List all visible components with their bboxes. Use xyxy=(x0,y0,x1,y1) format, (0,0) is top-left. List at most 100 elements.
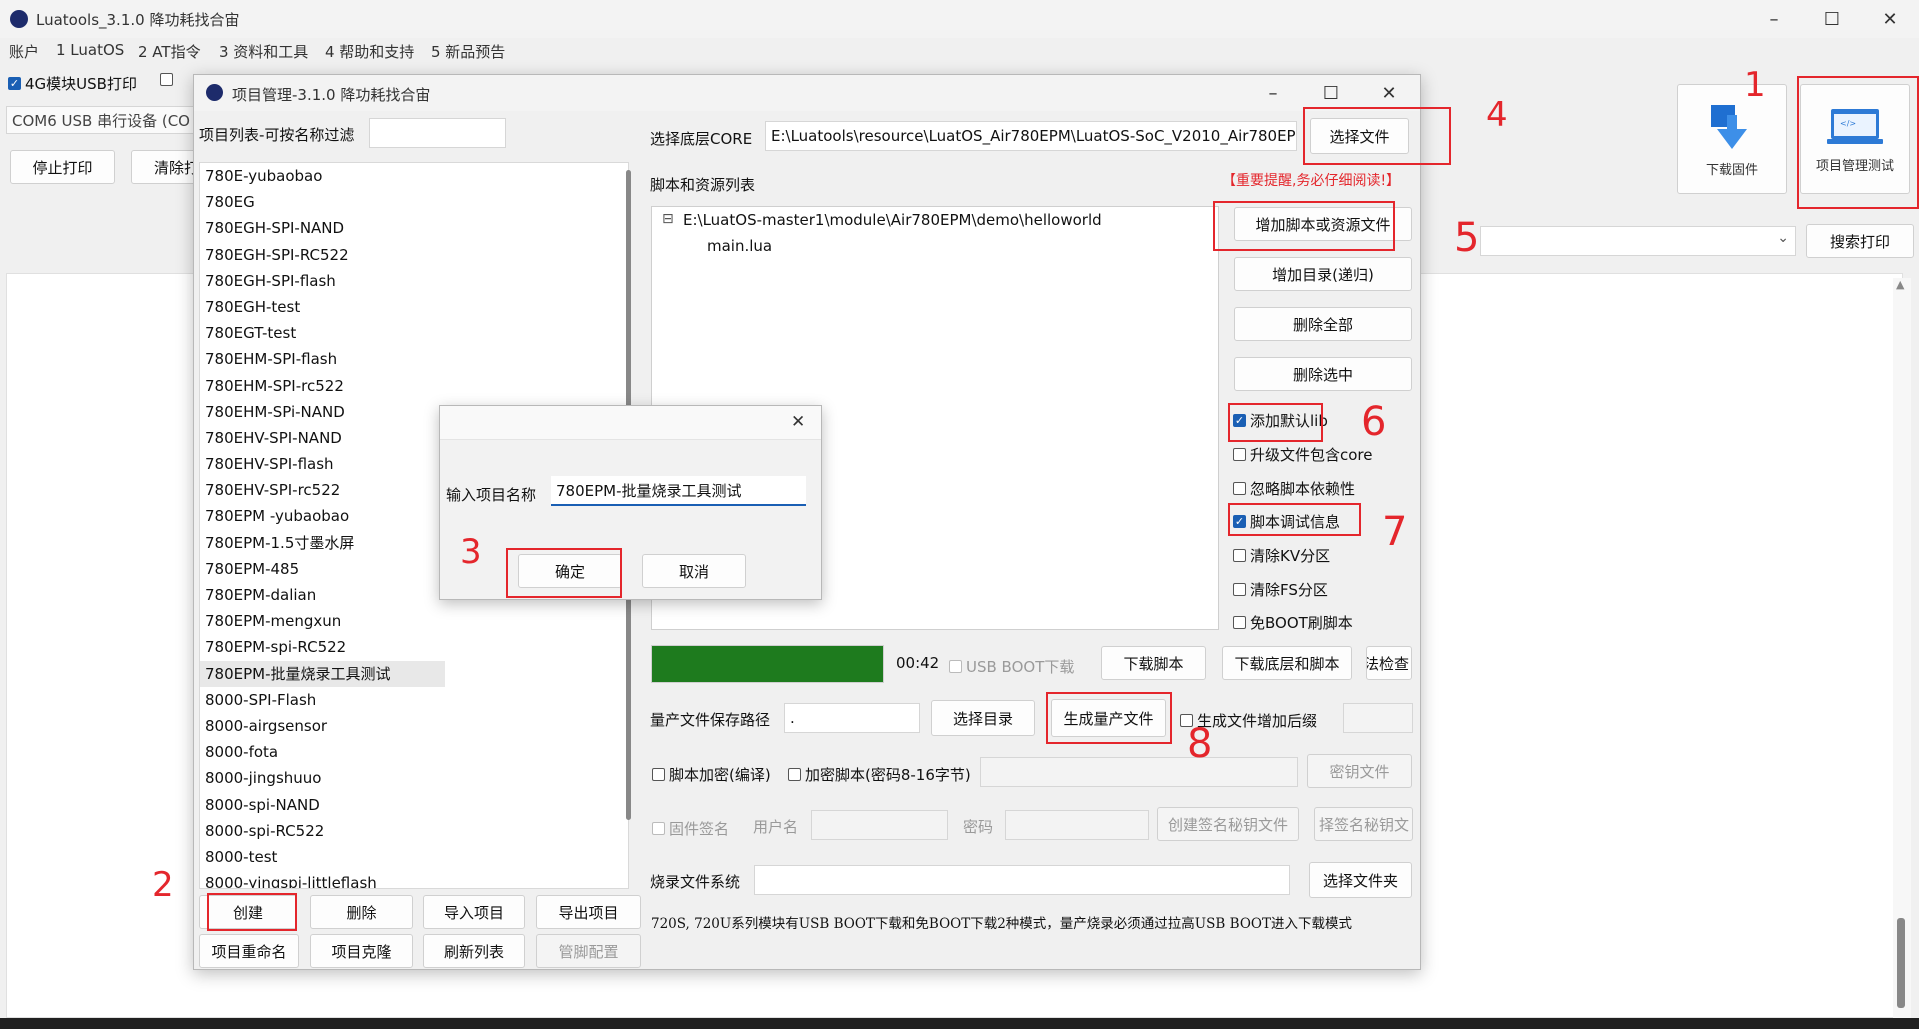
key-file-button[interactable]: 密钥文件 xyxy=(1307,754,1412,788)
project-maximize-icon[interactable]: ☐ xyxy=(1304,75,1358,111)
delete-project-button[interactable]: 删除 xyxy=(310,895,413,929)
encrypt-password-checkbox[interactable]: 加密脚本(密码8-16字节) xyxy=(788,764,971,785)
maximize-icon[interactable]: ☐ xyxy=(1805,0,1859,38)
project-list-item[interactable]: 780EGH-test xyxy=(200,294,628,320)
mp-path-input[interactable]: . xyxy=(784,703,920,733)
checkbox-icon xyxy=(1233,549,1246,562)
select-folder-button[interactable]: 选择文件夹 xyxy=(1309,862,1412,898)
rename-project-button[interactable]: 项目重命名 xyxy=(199,934,299,968)
delete-all-button[interactable]: 删除全部 xyxy=(1234,307,1412,341)
dialog-ok-button[interactable]: 确定 xyxy=(518,554,622,588)
project-list-item[interactable]: 780EHM-SPI-flash xyxy=(200,346,628,372)
menu-at[interactable]: 2 AT指令 xyxy=(138,41,201,62)
clone-project-button[interactable]: 项目克隆 xyxy=(310,934,413,968)
project-list-item[interactable]: 780EG xyxy=(200,189,628,215)
encrypt-password-input[interactable] xyxy=(980,757,1298,787)
add-dir-button[interactable]: 增加目录(递归) xyxy=(1234,257,1412,291)
tree-child-node[interactable]: main.lua xyxy=(707,237,772,255)
project-list-item[interactable]: 8000-fota xyxy=(200,739,628,765)
create-project-button[interactable]: 创建 xyxy=(199,895,297,929)
project-mgmt-test-button[interactable]: </> 项目管理测试 xyxy=(1800,84,1910,194)
username-input[interactable] xyxy=(811,810,948,840)
project-list-item[interactable]: 780EGH-SPI-flash xyxy=(200,268,628,294)
download-script-button[interactable]: 下载脚本 xyxy=(1101,646,1206,680)
usb-boot-checkbox[interactable]: USB BOOT下载 xyxy=(949,656,1074,677)
manage-config-button[interactable]: 管脚配置 xyxy=(536,934,641,968)
delete-selected-button[interactable]: 删除选中 xyxy=(1234,357,1412,391)
project-list-item[interactable]: 8000-yingspi-littleflash xyxy=(200,870,628,888)
project-list-item[interactable]: 8000-jingshuuo xyxy=(200,765,628,791)
tree-root-node[interactable]: E:\LuatOS-master1\module\Air780EPM\demo\… xyxy=(683,211,1102,229)
add-script-button[interactable]: 增加脚本或资源文件 xyxy=(1234,207,1412,241)
export-project-button[interactable]: 导出项目 xyxy=(536,895,641,929)
project-minimize-icon[interactable]: – xyxy=(1246,75,1300,111)
core-label: 选择底层CORE xyxy=(650,130,753,148)
clear-print-button[interactable]: 清除打 xyxy=(131,150,201,184)
project-close-icon[interactable]: ✕ xyxy=(1362,75,1416,111)
scroll-up-icon[interactable]: ▲ xyxy=(1896,278,1904,291)
tree-toggle-icon[interactable]: ⊟ xyxy=(662,211,674,227)
project-list-item[interactable]: 780EPM-批量烧录工具测试 xyxy=(200,660,445,687)
project-list-item[interactable]: 780EPM-mengxun xyxy=(200,608,628,634)
annotation-4: 4 xyxy=(1486,95,1508,135)
second-checkbox[interactable] xyxy=(160,73,177,86)
dialog-cancel-button[interactable]: 取消 xyxy=(642,554,746,588)
project-list-item[interactable]: 780EGT-test xyxy=(200,320,628,346)
import-project-button[interactable]: 导入项目 xyxy=(423,895,525,929)
core-path-field[interactable]: E:\Luatools\resource\LuatOS_Air780EPM\Lu… xyxy=(765,121,1297,151)
project-list-item[interactable]: 780E-yubaobao xyxy=(200,163,628,189)
search-print-dropdown[interactable]: ⌄ xyxy=(1480,226,1796,256)
filter-input[interactable] xyxy=(369,118,506,148)
dialog-close-icon[interactable]: ✕ xyxy=(791,412,805,432)
search-print-button[interactable]: 搜索打印 xyxy=(1806,224,1914,258)
checkbox-icon xyxy=(652,768,665,781)
project-list-item[interactable]: 8000-spi-RC522 xyxy=(200,818,628,844)
burn-fs-input[interactable] xyxy=(754,865,1290,895)
stop-print-button[interactable]: 停止打印 xyxy=(10,150,115,184)
scroll-thumb[interactable] xyxy=(1897,918,1905,1008)
important-warning[interactable]: 【重要提醒,务必仔细阅读!】 xyxy=(1222,170,1400,190)
refresh-list-button[interactable]: 刷新列表 xyxy=(423,934,525,968)
menu-resources[interactable]: 3 资料和工具 xyxy=(219,41,308,62)
project-name-input[interactable]: 780EPM-批量烧录工具测试 xyxy=(551,476,806,506)
syntax-check-button[interactable]: 语法检查 xyxy=(1366,646,1412,680)
no-boot-flash-checkbox[interactable]: 免BOOT刷脚本 xyxy=(1233,612,1353,633)
menu-luatos[interactable]: 1 LuatOS xyxy=(56,41,124,59)
port-info-field: COM6 USB 串行设备 (CO xyxy=(6,106,206,134)
fw-sign-checkbox[interactable]: 固件签名 xyxy=(652,818,729,839)
project-list-item[interactable]: 780EGH-SPI-NAND xyxy=(200,215,628,241)
clear-fs-checkbox[interactable]: 清除FS分区 xyxy=(1233,579,1328,600)
select-file-button[interactable]: 选择文件 xyxy=(1310,118,1409,154)
checkbox-icon xyxy=(949,660,962,673)
elapsed-time: 00:42 xyxy=(896,654,940,672)
project-list-item[interactable]: 780EPM-spi-RC522 xyxy=(200,634,628,660)
create-sign-key-button[interactable]: 创建签名秘钥文件 xyxy=(1157,807,1299,841)
select-dir-button[interactable]: 选择目录 xyxy=(931,700,1035,736)
clear-kv-checkbox[interactable]: 清除KV分区 xyxy=(1233,545,1330,566)
log-scrollbar[interactable]: ▲ xyxy=(1893,278,1911,1018)
download-core-script-button[interactable]: 下载底层和脚本 xyxy=(1222,646,1352,680)
script-encrypt-checkbox[interactable]: 脚本加密(编译) xyxy=(652,764,771,785)
choose-sign-key-button[interactable]: 择签名秘钥文 xyxy=(1314,807,1413,841)
usb-print-checkbox[interactable]: ✓ 4G模块USB打印 xyxy=(8,73,137,94)
upgrade-include-core-checkbox[interactable]: 升级文件包含core xyxy=(1233,444,1373,465)
script-debug-info-checkbox[interactable]: ✓ 脚本调试信息 xyxy=(1233,511,1340,532)
project-list-item[interactable]: 8000-SPI-Flash xyxy=(200,687,628,713)
project-list-item[interactable]: 8000-airgsensor xyxy=(200,713,628,739)
menu-new[interactable]: 5 新品预告 xyxy=(431,41,505,62)
project-list-item[interactable]: 780EHM-SPI-rc522 xyxy=(200,373,628,399)
minimize-icon[interactable]: – xyxy=(1747,0,1801,38)
project-list-item[interactable]: 780EGH-SPI-RC522 xyxy=(200,242,628,268)
download-firmware-button[interactable]: 下载固件 xyxy=(1677,84,1787,194)
new-project-dialog: ✕ 输入项目名称 780EPM-批量烧录工具测试 确定 取消 xyxy=(439,405,822,600)
suffix-input[interactable] xyxy=(1343,703,1413,733)
menu-account[interactable]: 账户 xyxy=(9,41,39,62)
close-icon[interactable]: ✕ xyxy=(1863,0,1917,38)
gen-mp-file-button[interactable]: 生成量产文件 xyxy=(1051,699,1166,737)
project-list-item[interactable]: 8000-spi-NAND xyxy=(200,792,628,818)
password-input[interactable] xyxy=(1005,810,1149,840)
menu-help[interactable]: 4 帮助和支持 xyxy=(325,41,414,62)
project-list-item[interactable]: 8000-test xyxy=(200,844,628,870)
add-default-lib-checkbox[interactable]: ✓ 添加默认lib xyxy=(1233,410,1328,431)
ignore-dependency-checkbox[interactable]: 忽略脚本依赖性 xyxy=(1233,478,1355,499)
